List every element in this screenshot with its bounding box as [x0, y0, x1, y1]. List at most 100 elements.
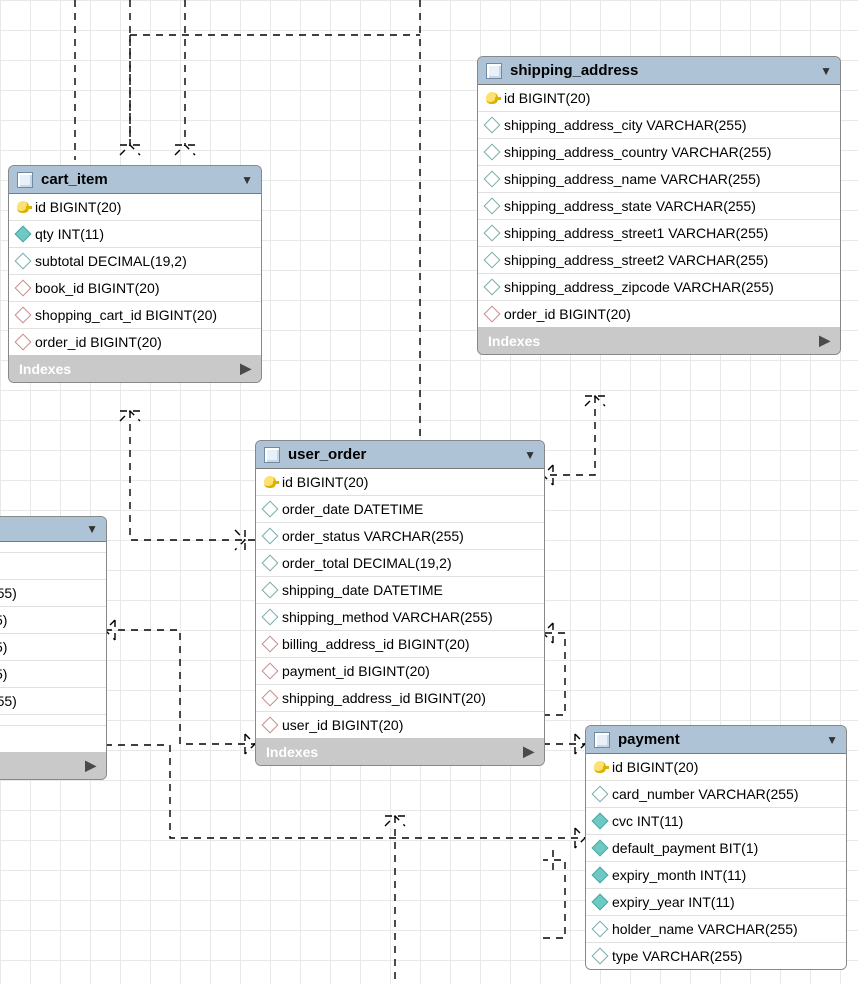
column-row[interactable]: order_id BIGINT(20): [478, 301, 840, 327]
column-icon: [484, 225, 501, 242]
column-row[interactable]: id BIGINT(20): [9, 194, 261, 221]
table-user-order[interactable]: user_order ▼ id BIGINT(20)order_date DAT…: [255, 440, 545, 766]
table-icon: [486, 63, 502, 79]
column-row[interactable]: order_id BIGINT(20): [9, 329, 261, 355]
column-row[interactable]: order_date DATETIME: [256, 496, 544, 523]
table-cart-item[interactable]: cart_item ▼ id BIGINT(20) qty INT(11) subt…: [8, 165, 262, 383]
column-row[interactable]: shipping_address_city VARCHAR(255): [478, 112, 840, 139]
indexes-bar[interactable]: Indexes ▶: [9, 355, 261, 382]
column-list: id BIGINT(20)shipping_address_city VARCH…: [478, 85, 840, 327]
table-shipping-address[interactable]: shipping_address ▼ id BIGINT(20)shipping…: [477, 56, 841, 355]
table-header[interactable]: user_order ▼: [256, 441, 544, 469]
column-row[interactable]: payment_id BIGINT(20): [256, 658, 544, 685]
column-row[interactable]: expiry_month INT(11): [586, 862, 846, 889]
column-row[interactable]: billing_address_id BIGINT(20): [256, 631, 544, 658]
foreign-key-icon: [262, 690, 279, 707]
column-row[interactable]: shipping_address_zipcode VARCHAR(255): [478, 274, 840, 301]
column-row[interactable]: shipping_address_street1 VARCHAR(255): [478, 220, 840, 247]
chevron-down-icon[interactable]: ▼: [241, 173, 253, 187]
primary-key-icon: [594, 761, 606, 773]
column-row[interactable]: shipping_address_id BIGINT(20): [256, 685, 544, 712]
column-row[interactable]: holder_name VARCHAR(255): [586, 916, 846, 943]
column-row[interactable]: id BIGINT(20): [256, 469, 544, 496]
column-row[interactable]: id BIGINT(20): [478, 85, 840, 112]
column-definition: subtotal DECIMAL(19,2): [35, 253, 187, 269]
column-row[interactable]: id BIGINT(20): [586, 754, 846, 781]
foreign-key-icon: [262, 663, 279, 680]
chevron-right-icon[interactable]: ▶: [85, 757, 96, 774]
chevron-right-icon[interactable]: ▶: [240, 360, 251, 377]
column-icon: [484, 198, 501, 215]
column-definition: id BIGINT(20): [35, 199, 121, 215]
column-definition: default_payment BIT(1): [612, 840, 758, 856]
column-row[interactable]: shopping_cart_id BIGINT(20): [9, 302, 261, 329]
foreign-key-icon: [15, 307, 32, 324]
column-definition: card_number VARCHAR(255): [612, 786, 798, 802]
table-title: user_order: [288, 446, 366, 463]
column-icon: [262, 528, 279, 545]
column-icon: [592, 948, 609, 965]
column-icon: [592, 813, 609, 830]
column-row[interactable]: order_total DECIMAL(19,2): [256, 550, 544, 577]
column-definition: shipping_address_zipcode VARCHAR(255): [504, 279, 774, 295]
column-row[interactable]: qty INT(11): [9, 221, 261, 248]
column-definition: type VARCHAR(255): [612, 948, 742, 964]
table-partial-left[interactable]: ▼ HAR(255)ARCHAR(255)RCHAR(255)RCHAR(255…: [0, 516, 107, 780]
column-definition: billing_address_id BIGINT(20): [282, 636, 470, 652]
column-definition: holder_name VARCHAR(255): [612, 921, 798, 937]
column-row[interactable]: RCHAR(255): [0, 607, 106, 634]
indexes-bar[interactable]: Indexes ▶: [256, 738, 544, 765]
column-row[interactable]: expiry_year INT(11): [586, 889, 846, 916]
column-icon: [592, 894, 609, 911]
column-row[interactable]: shipping_address_street2 VARCHAR(255): [478, 247, 840, 274]
column-definition: order_id BIGINT(20): [35, 334, 162, 350]
column-icon: [484, 117, 501, 134]
chevron-down-icon[interactable]: ▼: [524, 448, 536, 462]
column-row[interactable]: card_number VARCHAR(255): [586, 781, 846, 808]
chevron-down-icon[interactable]: ▼: [86, 522, 98, 536]
chevron-down-icon[interactable]: ▼: [820, 64, 832, 78]
table-header[interactable]: ▼: [0, 517, 106, 542]
column-row[interactable]: CHAR(255): [0, 726, 106, 752]
indexes-bar[interactable]: Indexes ▶: [478, 327, 840, 354]
table-payment[interactable]: payment ▼ id BIGINT(20) card_number VARCH…: [585, 725, 847, 970]
table-header[interactable]: shipping_address ▼: [478, 57, 840, 85]
column-icon: [592, 921, 609, 938]
column-row[interactable]: RCHAR(255): [0, 661, 106, 688]
column-row[interactable]: shipping_address_state VARCHAR(255): [478, 193, 840, 220]
foreign-key-icon: [15, 334, 32, 351]
column-row[interactable]: shipping_date DATETIME: [256, 577, 544, 604]
indexes-bar[interactable]: ▶: [0, 752, 106, 779]
column-row[interactable]: shipping_address_country VARCHAR(255): [478, 139, 840, 166]
column-row[interactable]: shipping_method VARCHAR(255): [256, 604, 544, 631]
column-row[interactable]: subtotal DECIMAL(19,2): [9, 248, 261, 275]
chevron-down-icon[interactable]: ▼: [826, 733, 838, 747]
column-row[interactable]: cvc INT(11): [586, 808, 846, 835]
column-row[interactable]: ARCHAR(255): [0, 580, 106, 607]
table-title: cart_item: [41, 171, 108, 188]
chevron-right-icon[interactable]: ▶: [819, 332, 830, 349]
column-row[interactable]: default_payment BIT(1): [586, 835, 846, 862]
column-icon: [484, 171, 501, 188]
column-row[interactable]: shipping_address_name VARCHAR(255): [478, 166, 840, 193]
column-definition: shipping_address_street2 VARCHAR(255): [504, 252, 768, 268]
column-row[interactable]: HAR(255): [0, 553, 106, 580]
column-row[interactable]: [0, 715, 106, 726]
column-row[interactable]: ARCHAR(255): [0, 688, 106, 715]
column-definition: qty INT(11): [35, 226, 104, 242]
column-row[interactable]: [0, 542, 106, 553]
table-header[interactable]: payment ▼: [586, 726, 846, 754]
column-row[interactable]: order_status VARCHAR(255): [256, 523, 544, 550]
chevron-right-icon[interactable]: ▶: [523, 743, 534, 760]
column-row[interactable]: book_id BIGINT(20): [9, 275, 261, 302]
column-row[interactable]: RCHAR(255): [0, 634, 106, 661]
column-definition: order_total DECIMAL(19,2): [282, 555, 452, 571]
table-title: shipping_address: [510, 62, 638, 79]
table-header[interactable]: cart_item ▼: [9, 166, 261, 194]
column-row[interactable]: type VARCHAR(255): [586, 943, 846, 969]
column-icon: [484, 279, 501, 296]
column-list: id BIGINT(20)order_date DATETIMEorder_st…: [256, 469, 544, 738]
column-icon: [262, 609, 279, 626]
column-row[interactable]: user_id BIGINT(20): [256, 712, 544, 738]
column-definition: RCHAR(255): [0, 666, 7, 682]
